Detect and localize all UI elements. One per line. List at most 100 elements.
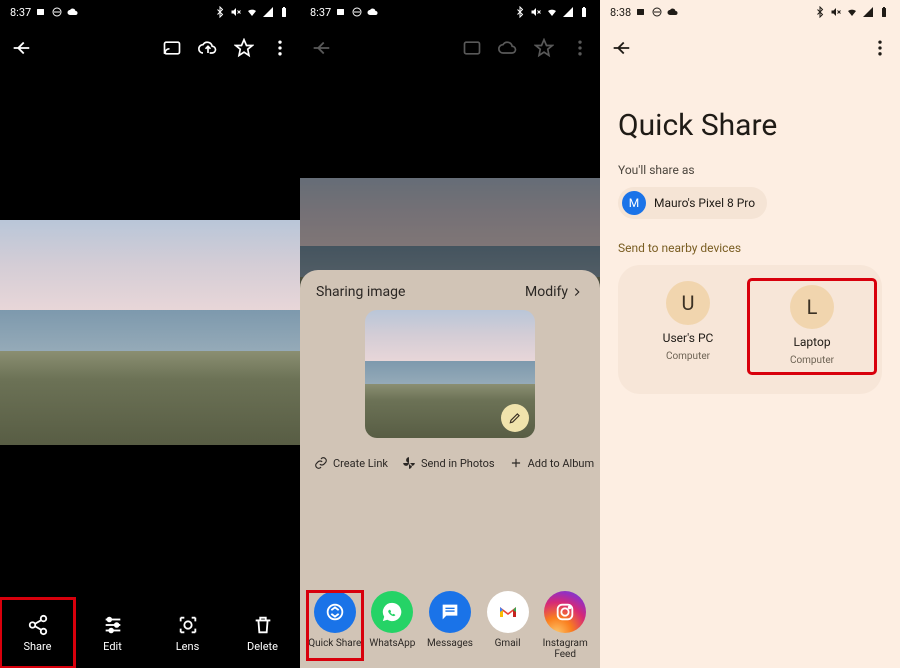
bluetooth-icon	[814, 6, 826, 18]
delete-label: Delete	[247, 640, 278, 653]
avatar: M	[622, 191, 646, 215]
cast-icon[interactable]	[162, 38, 182, 58]
share-sheet-title: Sharing image	[316, 284, 405, 300]
more-vert-icon[interactable]	[870, 38, 890, 58]
share-targets-row: Quick Share WhatsApp Messages Gmail	[300, 591, 600, 660]
more-vert-icon[interactable]	[270, 38, 290, 58]
profile-name: Mauro's Pixel 8 Pro	[654, 196, 755, 210]
back-button[interactable]	[10, 37, 32, 59]
share-as-label: You'll share as	[618, 163, 882, 177]
cloud-icon	[667, 6, 679, 18]
gmail-app[interactable]: Gmail	[480, 591, 536, 660]
bluetooth-icon	[214, 6, 226, 18]
photos-icon	[402, 456, 416, 470]
battery-icon	[578, 6, 590, 18]
bluetooth-icon	[514, 6, 526, 18]
mute-icon	[830, 6, 842, 18]
lens-button[interactable]: Lens	[150, 598, 225, 668]
share-button[interactable]: Share	[0, 598, 75, 668]
back-button	[310, 37, 332, 59]
chevron-right-icon	[570, 285, 584, 299]
instagram-icon	[544, 591, 586, 633]
quick-share-app[interactable]: Quick Share	[307, 591, 363, 660]
instagram-app[interactable]: Instagram Feed	[537, 591, 593, 660]
share-sheet[interactable]: Sharing image Modify Create Link Send in…	[300, 270, 600, 668]
share-icon	[27, 614, 49, 636]
share-actions-row[interactable]: Create Link Send in Photos Add to Album …	[300, 448, 600, 478]
mute-icon	[530, 6, 542, 18]
app-bar	[300, 24, 600, 72]
back-button[interactable]	[610, 37, 632, 59]
sharing-thumbnail[interactable]	[365, 310, 535, 438]
bottom-action-bar: Share Edit Lens Delete	[0, 598, 300, 668]
app-bar	[600, 24, 900, 72]
dnd-icon	[351, 6, 363, 18]
nearby-devices-label[interactable]: Send to nearby devices	[618, 241, 882, 255]
lens-icon	[177, 614, 199, 636]
device-laptop[interactable]: L Laptop Computer	[750, 281, 874, 372]
photo-viewer-pane: 8:37 Share Edit	[0, 0, 300, 668]
plus-icon	[509, 456, 523, 470]
whatsapp-icon	[371, 591, 413, 633]
add-to-album-chip[interactable]: Add to Album	[505, 454, 599, 472]
status-bar: 8:38	[600, 0, 900, 24]
lens-label: Lens	[176, 640, 200, 653]
status-bar: 8:37	[300, 0, 600, 24]
photo-preview[interactable]	[0, 220, 300, 445]
messages-icon	[429, 591, 471, 633]
edit-thumbnail-button[interactable]	[501, 404, 529, 432]
device-type: Computer	[666, 351, 710, 362]
star-icon	[534, 38, 554, 58]
screen-record-icon	[635, 6, 647, 18]
quick-share-icon	[314, 591, 356, 633]
messages-app[interactable]: Messages	[422, 591, 478, 660]
profile-chip[interactable]: M Mauro's Pixel 8 Pro	[618, 187, 767, 219]
wifi-icon	[546, 6, 558, 18]
cloud-upload-icon	[498, 38, 518, 58]
quick-share-pane: 8:38 Quick Share You'll share as M Mauro…	[600, 0, 900, 668]
share-sheet-pane: 8:37 Sharing image Modify	[300, 0, 600, 668]
sliders-icon	[102, 614, 124, 636]
device-type: Computer	[790, 355, 834, 366]
cloud-icon	[367, 6, 379, 18]
link-icon	[314, 456, 328, 470]
gmail-icon	[487, 591, 529, 633]
modify-button[interactable]: Modify	[525, 284, 584, 300]
dnd-icon	[51, 6, 63, 18]
star-icon[interactable]	[234, 38, 254, 58]
trash-icon	[252, 614, 274, 636]
edit-label: Edit	[103, 640, 122, 653]
status-bar: 8:37	[0, 0, 300, 24]
nearby-devices-list: U User's PC Computer L Laptop Computer	[618, 265, 882, 394]
mute-icon	[230, 6, 242, 18]
pencil-icon	[508, 411, 522, 425]
clock: 8:37	[310, 6, 331, 19]
cloud-icon	[67, 6, 79, 18]
screen-record-icon	[335, 6, 347, 18]
cast-icon	[462, 38, 482, 58]
battery-icon	[878, 6, 890, 18]
clock: 8:37	[10, 6, 31, 19]
page-title: Quick Share	[618, 108, 882, 143]
cloud-upload-icon[interactable]	[198, 38, 218, 58]
battery-icon	[278, 6, 290, 18]
whatsapp-app[interactable]: WhatsApp	[364, 591, 420, 660]
app-bar	[0, 24, 300, 72]
signal-icon	[562, 6, 574, 18]
device-name: User's PC	[663, 331, 714, 345]
more-vert-icon	[570, 38, 590, 58]
delete-button[interactable]: Delete	[225, 598, 300, 668]
create-link-chip[interactable]: Create Link	[310, 454, 392, 472]
modify-label: Modify	[525, 284, 568, 300]
device-initial: U	[666, 281, 710, 325]
signal-icon	[262, 6, 274, 18]
screen-record-icon	[35, 6, 47, 18]
share-label: Share	[23, 640, 51, 653]
device-users-pc[interactable]: U User's PC Computer	[626, 281, 750, 372]
device-name: Laptop	[793, 335, 830, 349]
edit-button[interactable]: Edit	[75, 598, 150, 668]
signal-icon	[862, 6, 874, 18]
send-in-photos-chip[interactable]: Send in Photos	[398, 454, 499, 472]
clock: 8:38	[610, 6, 631, 19]
wifi-icon	[246, 6, 258, 18]
